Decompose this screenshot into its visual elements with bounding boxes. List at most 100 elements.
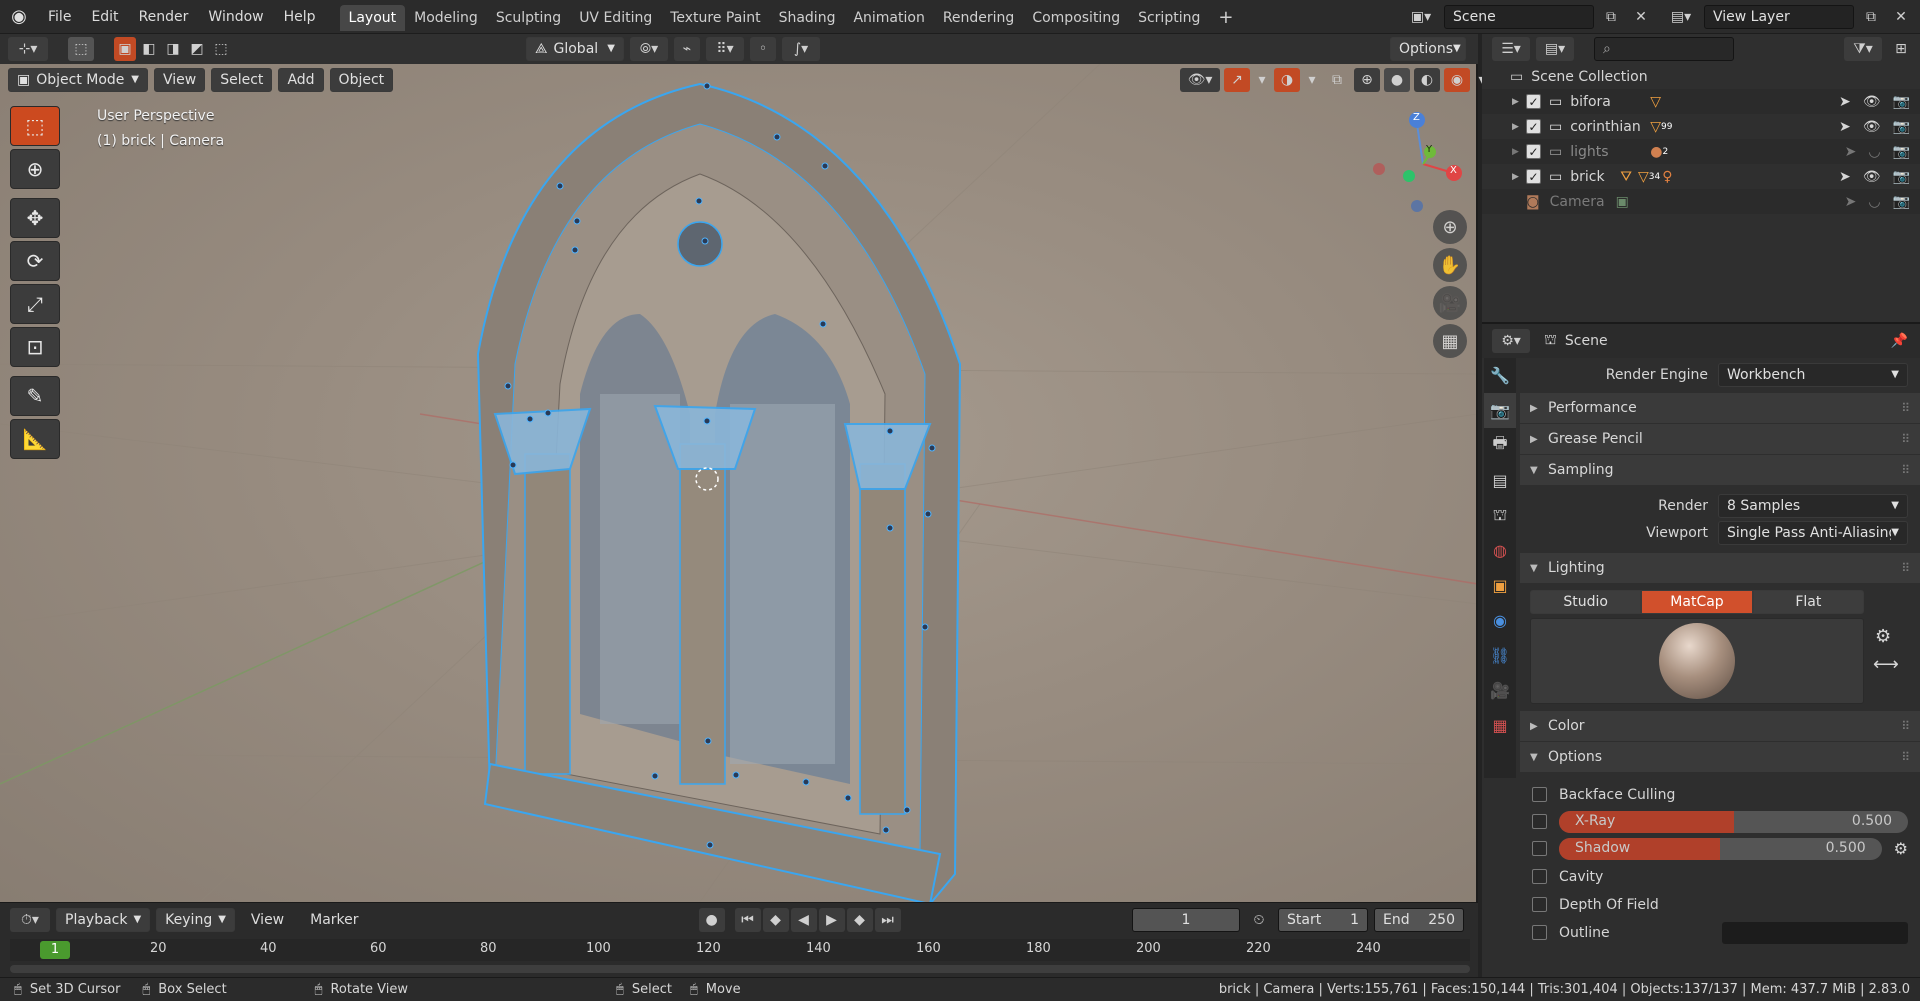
shadow-checkbox[interactable]: [1532, 841, 1547, 856]
outliner-item-camera[interactable]: ◙ Camera ▣ ➤ ◡ 📷: [1482, 189, 1920, 214]
object-mode-dropdown[interactable]: ▣ Object Mode ▼: [8, 68, 148, 92]
jump-start-icon[interactable]: ⏮: [734, 908, 761, 932]
overlays-options-icon[interactable]: ▾: [1304, 68, 1320, 92]
proportional-edit-icon[interactable]: ◦: [750, 37, 776, 61]
editor-type-icon[interactable]: ⊹▾: [8, 37, 48, 61]
select-box-tool-icon[interactable]: ⬚: [10, 106, 60, 146]
rotate-tool-icon[interactable]: ⟳: [10, 241, 60, 281]
material-shading-icon[interactable]: ◐: [1414, 68, 1440, 92]
xray-slider[interactable]: X-Ray 0.500: [1559, 810, 1908, 833]
world-tab-icon[interactable]: ◍: [1484, 533, 1516, 568]
render-camera-icon[interactable]: 📷: [1893, 94, 1910, 110]
object-data-tab-icon[interactable]: 🎥: [1484, 673, 1516, 708]
matcap-flip-icon[interactable]: ⟷: [1873, 654, 1899, 675]
view-layer-selector-icon[interactable]: ▤▾: [1662, 5, 1700, 29]
scene-selector-icon[interactable]: ▣▾: [1402, 5, 1440, 29]
filter-icon[interactable]: ⧩▾: [1844, 37, 1882, 61]
render-camera-icon[interactable]: 📷: [1893, 119, 1910, 135]
timeline-scrollbar[interactable]: [10, 965, 1470, 973]
outline-checkbox[interactable]: [1532, 925, 1547, 940]
tab-uv-editing[interactable]: UV Editing: [570, 5, 661, 31]
3d-viewport[interactable]: User Perspective (1) brick | Camera Z X …: [0, 64, 1478, 902]
transform-tool-icon[interactable]: ⊡: [10, 327, 60, 367]
tab-rendering[interactable]: Rendering: [934, 5, 1024, 31]
camera-view-icon[interactable]: 🎥: [1433, 286, 1467, 320]
tab-texture-paint[interactable]: Texture Paint: [661, 5, 769, 31]
tab-layout[interactable]: Layout: [339, 4, 406, 31]
depth-of-field-checkbox[interactable]: [1532, 897, 1547, 912]
menu-add[interactable]: Add: [278, 68, 324, 92]
lighting-matcap-button[interactable]: MatCap: [1641, 590, 1753, 614]
record-icon[interactable]: ●: [698, 908, 725, 932]
pin-icon[interactable]: 📌: [1891, 333, 1908, 349]
playback-menu[interactable]: Playback ▼: [56, 908, 151, 932]
tab-shading[interactable]: Shading: [770, 5, 845, 31]
expand-arrow-icon[interactable]: ▶: [1512, 172, 1526, 182]
panel-performance[interactable]: ▶ Performance ⠿: [1520, 393, 1920, 423]
tab-compositing[interactable]: Compositing: [1023, 5, 1129, 31]
outliner-item-brick[interactable]: ▶ ✓ ▭ brick ⛛ ▽ 34 ♀ ➤ 👁 📷: [1482, 164, 1920, 189]
eye-closed-icon[interactable]: ◡: [1868, 144, 1880, 160]
drag-handle-icon[interactable]: ⠿: [1901, 401, 1910, 415]
lighting-studio-button[interactable]: Studio: [1530, 590, 1642, 614]
tab-sculpting[interactable]: Sculpting: [487, 5, 570, 31]
next-keyframe-icon[interactable]: ◆: [846, 908, 873, 932]
snap-target-icon[interactable]: ⠿▾: [706, 37, 744, 61]
select-subtract-icon[interactable]: ◨: [162, 37, 184, 61]
menu-file[interactable]: File: [38, 0, 81, 34]
display-mode-icon[interactable]: ▤▾: [1536, 37, 1574, 61]
expand-arrow-icon[interactable]: ▶: [1512, 122, 1526, 132]
xray-toggle-icon[interactable]: ⧉: [1324, 68, 1350, 92]
properties-editor-type-icon[interactable]: ⚙▾: [1492, 329, 1530, 353]
eye-icon[interactable]: 👁: [1863, 119, 1881, 135]
scene-tab-icon[interactable]: ⛫: [1484, 498, 1516, 533]
pivot-point-icon[interactable]: ⦾▾: [630, 37, 668, 61]
gizmo-options-icon[interactable]: ▾: [1254, 68, 1270, 92]
outliner-editor-type-icon[interactable]: ☰▾: [1492, 37, 1530, 61]
texture-tab-icon[interactable]: ▦: [1484, 708, 1516, 743]
drag-handle-icon[interactable]: ⠿: [1901, 719, 1910, 733]
shadow-settings-icon[interactable]: ⚙: [1894, 839, 1908, 858]
select-tool-icon[interactable]: ⬚: [68, 37, 94, 61]
new-view-layer-icon[interactable]: ⧉: [1858, 5, 1884, 29]
output-tab-icon[interactable]: 🖶: [1484, 428, 1516, 463]
delete-scene-icon[interactable]: ✕: [1628, 5, 1654, 29]
menu-view[interactable]: View: [154, 68, 206, 92]
scene-collection-row[interactable]: ▭ Scene Collection: [1482, 64, 1920, 89]
select-arrow-icon[interactable]: ➤: [1839, 119, 1851, 135]
menu-edit[interactable]: Edit: [81, 0, 128, 34]
delete-view-layer-icon[interactable]: ✕: [1888, 5, 1914, 29]
outliner-item-bifora[interactable]: ▶ ✓ ▭ bifora ▽ ➤ 👁 📷: [1482, 89, 1920, 114]
select-intersect-icon[interactable]: ⬚: [210, 37, 232, 61]
timeline-marker-menu[interactable]: Marker: [300, 908, 368, 932]
expand-arrow-icon[interactable]: ▶: [1512, 97, 1526, 107]
menu-help[interactable]: Help: [274, 0, 326, 34]
panel-sampling[interactable]: ▼ Sampling ⠿: [1520, 455, 1920, 485]
rendered-shading-icon[interactable]: ◉: [1444, 68, 1470, 92]
matcap-settings-icon[interactable]: ⚙: [1875, 626, 1891, 647]
lighting-flat-button[interactable]: Flat: [1752, 590, 1864, 614]
expand-arrow-icon[interactable]: ▶: [1512, 147, 1526, 157]
render-camera-icon[interactable]: 📷: [1893, 169, 1910, 185]
current-frame-field[interactable]: 1: [1132, 908, 1240, 932]
options-dropdown[interactable]: Options ▼: [1390, 37, 1466, 61]
render-camera-icon[interactable]: 📷: [1893, 194, 1910, 210]
select-extend-icon[interactable]: ◧: [138, 37, 160, 61]
sampling-render-dropdown[interactable]: 8 Samples ▼: [1718, 493, 1908, 518]
play-reverse-icon[interactable]: ◀: [790, 908, 817, 932]
start-frame-field[interactable]: Start 1: [1278, 908, 1368, 932]
select-arrow-icon[interactable]: ➤: [1845, 194, 1857, 210]
play-icon[interactable]: ▶: [818, 908, 845, 932]
menu-select[interactable]: Select: [211, 68, 273, 92]
eye-icon[interactable]: 👁: [1863, 94, 1881, 110]
zoom-icon[interactable]: ⊕: [1433, 210, 1467, 244]
panel-lighting[interactable]: ▼ Lighting ⠿: [1520, 553, 1920, 583]
timeline-ruler[interactable]: 1 20 40 60 80 100 120 140 160 180 200 22…: [10, 939, 1470, 961]
drag-handle-icon[interactable]: ⠿: [1901, 463, 1910, 477]
object-tab-icon[interactable]: ▣: [1484, 568, 1516, 603]
blender-logo-icon[interactable]: ◉: [0, 6, 38, 27]
transform-orientation-dropdown[interactable]: ⟁ Global ▼: [526, 37, 624, 61]
scene-name-field[interactable]: Scene: [1444, 4, 1594, 29]
select-difference-icon[interactable]: ◩: [186, 37, 208, 61]
jump-end-icon[interactable]: ⏭: [874, 908, 901, 932]
